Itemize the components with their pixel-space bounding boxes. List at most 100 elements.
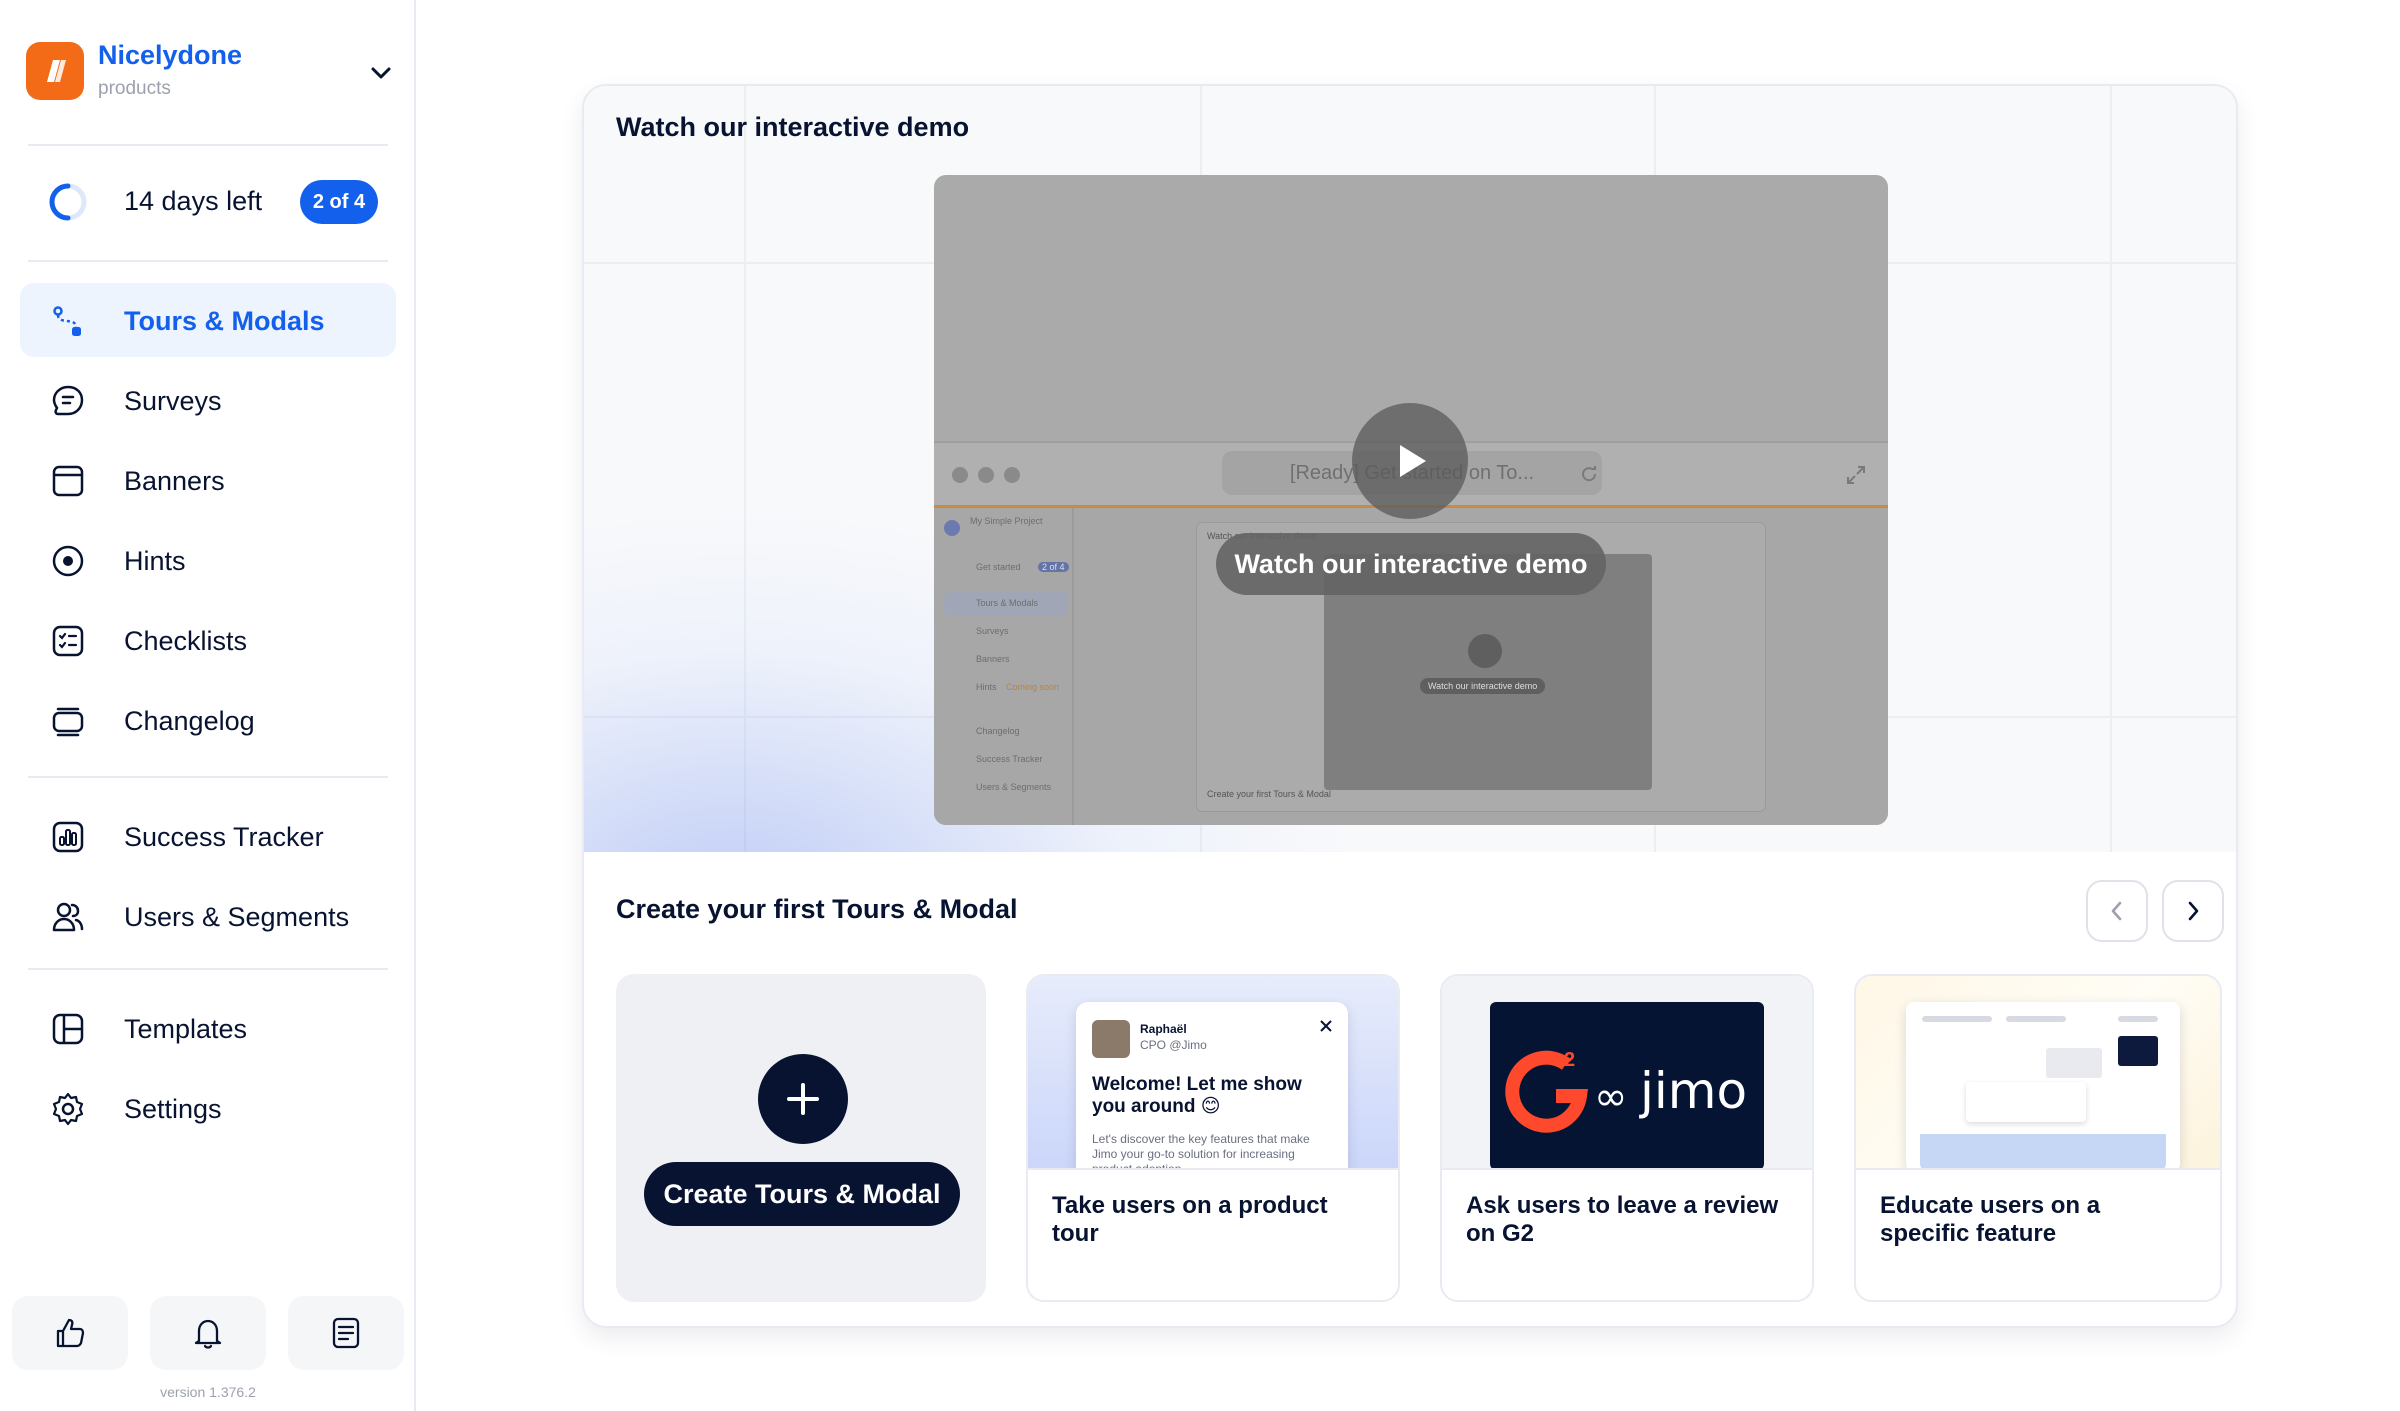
changelog-icon — [52, 707, 84, 737]
carousel-prev-button[interactable] — [2086, 880, 2148, 942]
nav-item-checklists[interactable]: Checklists — [20, 603, 396, 677]
popup-heading: Welcome! Let me show you around 😊 — [1092, 1074, 1302, 1117]
template-card-product-tour[interactable]: Raphaël CPO @Jimo Welcome! Let me show y… — [1026, 974, 1400, 1302]
banner-icon — [52, 465, 84, 497]
mini-badge: 2 of 4 — [1038, 562, 1069, 572]
demo-section: Watch our interactive demo [Ready] Get s… — [584, 86, 2236, 852]
play-icon[interactable] — [1352, 403, 1468, 519]
nav-item-banners[interactable]: Banners — [20, 443, 396, 517]
bell-icon — [194, 1319, 222, 1349]
template-preview — [1856, 976, 2220, 1170]
nav-label: Hints — [124, 546, 186, 576]
mini-avatar — [944, 520, 960, 536]
placeholder-popover — [1966, 1082, 2086, 1122]
placeholder-line — [1922, 1016, 1992, 1022]
g2-jimo-banner: 2 ∞ jimo — [1490, 1002, 1764, 1168]
avatar — [1092, 1020, 1130, 1058]
nav-item-surveys[interactable]: Surveys — [20, 363, 396, 437]
hint-icon — [52, 545, 84, 577]
mini-nav-item: Hints — [976, 682, 997, 692]
nav-label: Settings — [124, 1094, 222, 1124]
nav-label: Users & Segments — [124, 902, 350, 932]
progress-ring-icon — [49, 183, 87, 221]
create-tour-button[interactable]: Create Tours & Modal — [644, 1162, 960, 1226]
mini-watch-label: Watch our interactive demo — [1420, 678, 1546, 694]
nav-label: Success Tracker — [124, 822, 324, 852]
carousel-next-button[interactable] — [2162, 880, 2224, 942]
jimo-wordmark: jimo — [1640, 1062, 1748, 1120]
infinity-icon: ∞ — [1594, 1074, 1628, 1120]
tour-popup-preview: Raphaël CPO @Jimo Welcome! Let me show y… — [1076, 1002, 1348, 1170]
nav-item-settings[interactable]: Settings — [20, 1071, 396, 1145]
watch-demo-label[interactable]: Watch our interactive demo — [1216, 533, 1606, 595]
template-label: Take users on a product tour — [1052, 1192, 1328, 1247]
thumbs-up-icon — [56, 1318, 85, 1348]
workspace-subtitle: products — [98, 78, 171, 99]
demo-video-player[interactable]: [Ready] Get started on To... My Simple P… — [934, 175, 1888, 825]
chevron-down-icon[interactable] — [366, 58, 396, 88]
feedback-button[interactable] — [12, 1296, 128, 1370]
nav-label: Changelog — [124, 706, 255, 736]
nav-item-tours-modals[interactable]: Tours & Modals — [20, 283, 396, 357]
mini-nav-item: Banners — [976, 654, 1010, 664]
divider — [28, 144, 388, 146]
template-preview: Raphaël CPO @Jimo Welcome! Let me show y… — [1028, 976, 1398, 1170]
plus-icon[interactable] — [758, 1054, 848, 1144]
popup-author: Raphaël — [1140, 1022, 1187, 1036]
onboarding-card: Watch our interactive demo [Ready] Get s… — [582, 84, 2238, 1328]
nav-item-templates[interactable]: Templates — [20, 991, 396, 1065]
notifications-button[interactable] — [150, 1296, 266, 1370]
expand-icon — [1847, 466, 1865, 484]
gear-icon — [52, 1092, 84, 1126]
template-card-g2-review[interactable]: 2 ∞ jimo Ask users to leave a review on … — [1440, 974, 1814, 1302]
templates-icon — [52, 1013, 84, 1045]
svg-text:2: 2 — [1564, 1049, 1575, 1071]
mini-get-started: Get started — [976, 562, 1021, 572]
placeholder-image — [2118, 1036, 2158, 1066]
mini-nav-item: Changelog — [976, 726, 1020, 736]
placeholder-line — [2006, 1016, 2066, 1022]
divider — [28, 260, 388, 262]
reload-icon — [1582, 466, 1597, 482]
nav-item-success-tracker[interactable]: Success Tracker — [20, 799, 396, 873]
nav-item-hints[interactable]: Hints — [20, 523, 396, 597]
users-icon — [52, 902, 84, 932]
chevron-left-icon — [2111, 901, 2122, 921]
trial-days-left: 14 days left — [124, 186, 263, 216]
mini-footer-title: Create your first Tours & Modal — [1207, 789, 1331, 799]
nav-item-changelog[interactable]: Changelog — [20, 683, 396, 757]
feature-screenshot-preview — [1906, 1002, 2180, 1168]
workspace-switcher[interactable]: Nicelydone products — [26, 40, 396, 104]
popup-body: Let's discover the key features that mak… — [1092, 1132, 1310, 1170]
mini-play-icon — [1468, 634, 1502, 668]
chart-icon — [52, 821, 84, 853]
mini-nav-item: Tours & Modals — [976, 598, 1039, 608]
mini-nav-item: Success Tracker — [976, 754, 1043, 764]
mini-coming-soon: Coming soon — [1006, 682, 1060, 692]
checklist-icon — [52, 625, 84, 657]
sidebar: Nicelydone products 14 days left 2 of 4 … — [0, 0, 416, 1411]
mini-project-name: My Simple Project — [970, 516, 1043, 526]
grid-line — [2110, 86, 2112, 852]
nav-label: Checklists — [124, 626, 248, 656]
nav-label: Templates — [124, 1014, 248, 1044]
placeholder-line — [2118, 1016, 2158, 1022]
divider — [28, 968, 388, 970]
trial-step-badge: 2 of 4 — [300, 180, 378, 224]
docs-button[interactable] — [288, 1296, 404, 1370]
close-icon — [1320, 1020, 1332, 1032]
template-card-educate-feature[interactable]: Educate users on a specific feature — [1854, 974, 2222, 1302]
window-dot — [1004, 467, 1020, 483]
placeholder-footer — [1920, 1134, 2166, 1168]
nav-item-users-segments[interactable]: Users & Segments — [20, 879, 396, 953]
workspace-logo — [26, 42, 84, 100]
mini-nav-item: Users & Segments — [976, 782, 1052, 792]
window-dot — [978, 467, 994, 483]
placeholder-block — [2046, 1048, 2102, 1078]
create-tour-tile[interactable]: Create Tours & Modal — [616, 974, 986, 1302]
tours-icon — [53, 306, 81, 336]
chevron-right-icon — [2188, 901, 2199, 921]
survey-icon — [52, 385, 84, 416]
nav-label: Tours & Modals — [124, 306, 325, 336]
trial-progress[interactable]: 14 days left 2 of 4 — [48, 178, 378, 226]
